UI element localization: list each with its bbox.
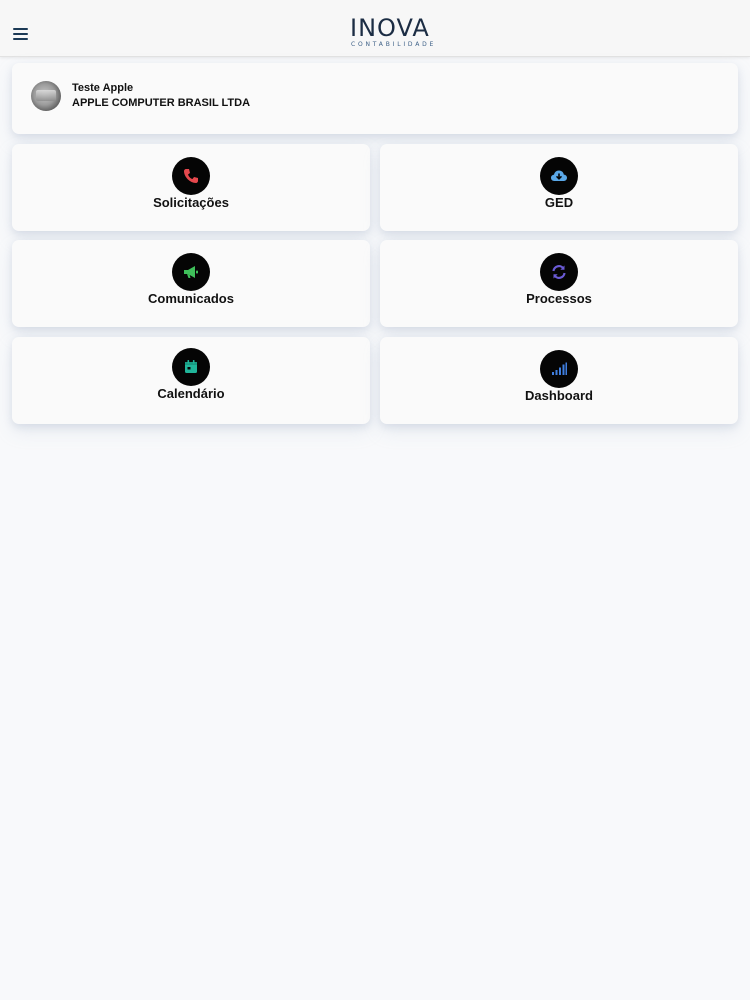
phone-icon bbox=[172, 157, 210, 195]
tile-label: Processos bbox=[526, 291, 592, 306]
logo-text: INOVA bbox=[350, 14, 430, 42]
logo-subtext: CONTABILIDADE bbox=[351, 41, 437, 48]
tile-label: Calendário bbox=[157, 386, 225, 401]
calendar-icon bbox=[172, 348, 210, 386]
tile-processos[interactable]: Processos bbox=[380, 240, 738, 327]
sync-icon bbox=[540, 253, 578, 291]
tile-label: Solicitações bbox=[153, 195, 229, 210]
hamburger-menu-icon[interactable] bbox=[13, 28, 28, 40]
inova-logo: INOVA CONTABILIDADE bbox=[350, 15, 438, 49]
tile-label: Dashboard bbox=[525, 388, 593, 403]
tile-comunicados[interactable]: Comunicados bbox=[12, 240, 370, 327]
profile-card[interactable]: Teste Apple APPLE COMPUTER BRASIL LTDA bbox=[12, 63, 738, 134]
user-name: Teste Apple bbox=[72, 82, 134, 94]
top-app-bar: INOVA CONTABILIDADE bbox=[0, 0, 750, 57]
tile-solicitacoes[interactable]: Solicitações bbox=[12, 144, 370, 231]
tile-label: Comunicados bbox=[148, 291, 234, 306]
megaphone-icon bbox=[172, 253, 210, 291]
signal-bars-icon bbox=[540, 350, 578, 388]
tile-ged[interactable]: GED bbox=[380, 144, 738, 231]
tile-calendario[interactable]: Calendário bbox=[12, 337, 370, 424]
avatar bbox=[31, 81, 61, 111]
cloud-download-icon bbox=[540, 157, 578, 195]
tile-dashboard[interactable]: Dashboard bbox=[380, 337, 738, 424]
company-name: APPLE COMPUTER BRASIL LTDA bbox=[72, 97, 251, 109]
tile-label: GED bbox=[544, 195, 574, 210]
